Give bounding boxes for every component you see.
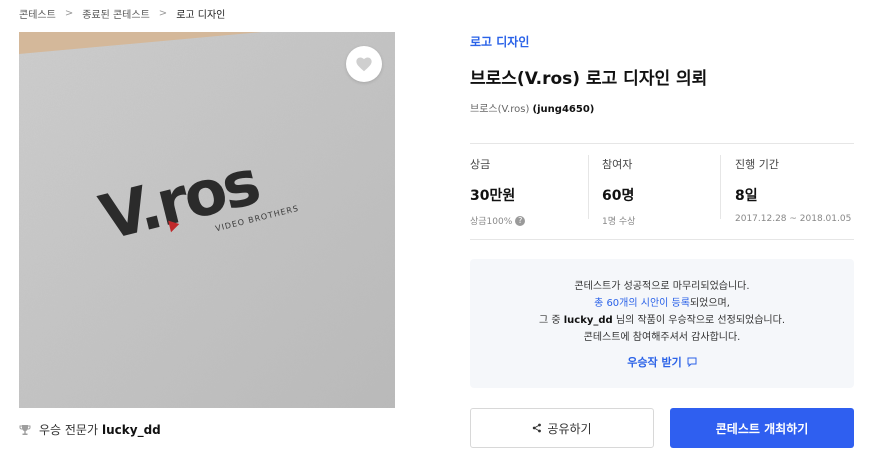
contest-result-notice: 콘테스트가 성공적으로 마무리되었습니다. 총 60개의 시안이 등록되었으며,…: [470, 259, 854, 388]
get-winning-entry-label: 우승작 받기: [627, 356, 682, 369]
heart-icon: [356, 57, 372, 72]
host-id: (jung4650): [532, 104, 595, 115]
host-contest-button[interactable]: 콘테스트 개최하기: [670, 408, 854, 448]
stat-divider: [720, 155, 721, 219]
share-button-label: 공유하기: [547, 421, 592, 436]
trophy-icon: [19, 424, 31, 435]
divider: [470, 143, 854, 144]
stat-participants: 참여자 60명 1명 수상: [602, 156, 635, 227]
stat-participants-label: 참여자: [602, 158, 633, 171]
logo-mockup-image: V.ros VIDEO BROTHERS: [19, 32, 395, 408]
get-winning-entry-link[interactable]: 우승작 받기: [470, 354, 854, 370]
breadcrumb-separator: >: [64, 8, 74, 19]
winner-label: 우승 전문가: [39, 423, 99, 437]
share-button[interactable]: 공유하기: [470, 408, 654, 448]
breadcrumb-item-logo-design: 로고 디자인: [176, 10, 226, 21]
notice-line-complete: 콘테스트가 성공적으로 마무리되었습니다.: [574, 281, 750, 292]
stat-participants-value: 60명: [602, 188, 635, 204]
stat-prize: 상금 30만원 상금100% ?: [470, 156, 526, 227]
stat-prize-sub: 상금100% ?: [470, 214, 526, 227]
breadcrumb: 콘테스트 > 종료된 콘테스트 > 로고 디자인: [19, 6, 225, 21]
submissions-link[interactable]: 총 60개의 시안이 등록: [594, 298, 690, 309]
prize-percent: 상금100%: [470, 217, 513, 227]
stat-period-label: 진행 기간: [735, 158, 779, 171]
breadcrumb-item-contest[interactable]: 콘테스트: [19, 6, 56, 21]
stat-divider: [588, 155, 589, 219]
contest-category[interactable]: 로고 디자인: [470, 33, 529, 50]
speech-bubble-icon: [687, 357, 697, 367]
notice-line-submissions-rest: 되었으며,: [689, 298, 730, 309]
notice-line-winner-pre: 그 중: [538, 315, 564, 326]
notice-winner-name: lucky_dd: [563, 315, 613, 326]
notice-line-winner-post: 님의 작품이 우승작으로 선정되었습니다.: [612, 315, 786, 326]
stat-period-value: 8일: [735, 188, 758, 204]
stat-period-dates: 2017.12.28 ~ 2018.01.05: [735, 214, 852, 224]
contest-title: 브로스(V.ros) 로고 디자인 의뢰: [470, 69, 708, 89]
stat-prize-value: 30만원: [470, 188, 516, 204]
notice-line-submissions: 총 60개의 시안이 등록되었으며,: [470, 295, 854, 312]
like-button[interactable]: [346, 46, 382, 82]
share-icon: [533, 423, 542, 433]
winner-name[interactable]: lucky_dd: [102, 423, 161, 437]
divider: [470, 239, 854, 240]
notice-line-winner: 그 중 lucky_dd 님의 작품이 우승작으로 선정되었습니다.: [470, 312, 854, 329]
winner-info: 우승 전문가 lucky_dd: [19, 421, 161, 438]
stat-participants-sub: 1명 수상: [602, 217, 636, 227]
breadcrumb-item-ended-contest[interactable]: 종료된 콘테스트: [82, 6, 150, 21]
info-icon[interactable]: ?: [515, 215, 526, 226]
breadcrumb-separator: >: [158, 8, 168, 19]
stat-prize-label: 상금: [470, 158, 491, 171]
notice-line-thanks: 콘테스트에 참여해주셔서 감사합니다.: [583, 332, 741, 343]
host-name: 브로스(V.ros): [470, 104, 530, 115]
contest-host: 브로스(V.ros) (jung4650): [470, 100, 594, 115]
host-contest-button-label: 콘테스트 개최하기: [715, 421, 809, 436]
contest-hero-image: V.ros VIDEO BROTHERS: [19, 32, 395, 408]
stat-period: 진행 기간 8일 2017.12.28 ~ 2018.01.05: [735, 156, 851, 224]
